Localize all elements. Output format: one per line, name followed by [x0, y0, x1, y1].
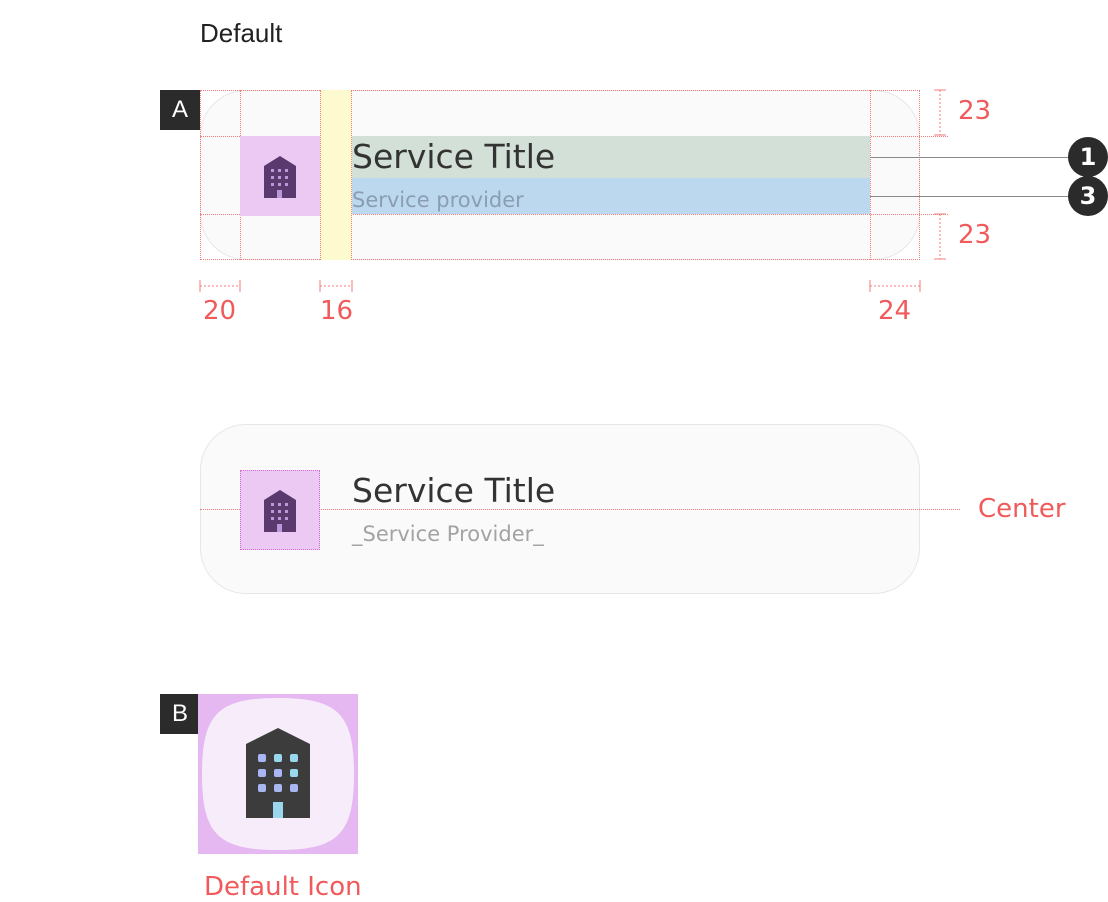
- dimension-top: 23: [958, 96, 992, 126]
- dimension-left: 20: [203, 296, 237, 326]
- default-icon-frame: [198, 694, 358, 854]
- center-label: Center: [978, 494, 1066, 524]
- building-icon: [246, 728, 310, 818]
- callout-marker-3: 3: [1068, 176, 1108, 216]
- service-provider-center: _Service Provider_: [352, 522, 544, 546]
- dimension-gap: 16: [320, 296, 354, 326]
- label-b: B: [160, 694, 200, 734]
- dimension-bottom-marker: [934, 213, 946, 260]
- section-heading: Default: [200, 18, 283, 48]
- default-icon: [202, 698, 354, 850]
- callout-marker-1: 1: [1068, 137, 1108, 177]
- label-a: A: [160, 90, 200, 130]
- service-provider: Service provider: [352, 188, 524, 212]
- icon-area-center: [240, 470, 320, 550]
- callout-line-1: [870, 157, 1070, 158]
- building-icon: [264, 490, 296, 532]
- service-title: Service Title: [352, 137, 556, 176]
- dimension-bottom: 23: [958, 220, 992, 250]
- dimension-gap-marker: [319, 280, 353, 292]
- dimension-left-marker: [199, 280, 241, 292]
- dimension-right-marker: [869, 280, 921, 292]
- callout-line-3: [870, 196, 1070, 197]
- default-icon-caption: Default Icon: [204, 872, 362, 902]
- dimension-top-marker: [934, 89, 946, 136]
- service-title-center: Service Title: [352, 471, 556, 510]
- gap-highlight: [320, 90, 352, 260]
- icon-area: [240, 136, 320, 216]
- building-icon: [264, 156, 296, 198]
- dimension-right: 24: [878, 296, 912, 326]
- guide-right-padding: [870, 90, 871, 260]
